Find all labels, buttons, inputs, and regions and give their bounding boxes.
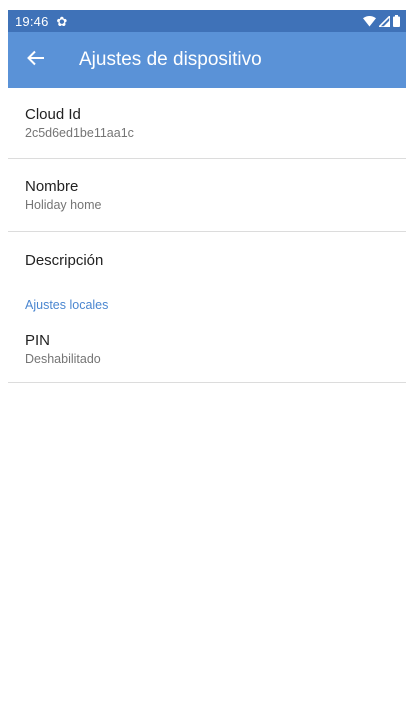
arrow-back-icon [27, 50, 45, 71]
name-value: Holiday home [25, 198, 102, 212]
gear-icon: ✿ [56, 13, 68, 29]
wifi-icon [363, 15, 376, 27]
back-button[interactable] [8, 32, 64, 88]
cloud-id-preference[interactable]: Cloud Id 2c5d6ed1be11aa1c [8, 88, 406, 158]
status-icons [363, 15, 400, 27]
description-preference[interactable]: Descripción [8, 232, 406, 288]
pin-value: Deshabilitado [25, 352, 101, 366]
description-title: Descripción [25, 251, 104, 269]
page-title: Ajustes de dispositivo [79, 49, 262, 70]
pin-title: PIN [25, 332, 51, 349]
divider [8, 382, 406, 383]
pin-preference[interactable]: PIN Deshabilitado [8, 316, 406, 382]
battery-icon [393, 15, 400, 27]
device-settings-screen: 19:46 ✿ Ajustes de dispositivo Cloud Id … [8, 10, 406, 717]
name-preference[interactable]: Nombre Holiday home [8, 159, 406, 231]
local-settings-header: Ajustes locales [25, 298, 109, 312]
cloud-id-title: Cloud Id [25, 106, 81, 123]
status-bar: 19:46 ✿ [8, 10, 406, 32]
name-title: Nombre [25, 178, 79, 195]
status-time: 19:46 [15, 13, 49, 29]
signal-icon [379, 15, 390, 27]
app-bar: Ajustes de dispositivo [8, 32, 406, 88]
cloud-id-value: 2c5d6ed1be11aa1c [25, 126, 134, 140]
